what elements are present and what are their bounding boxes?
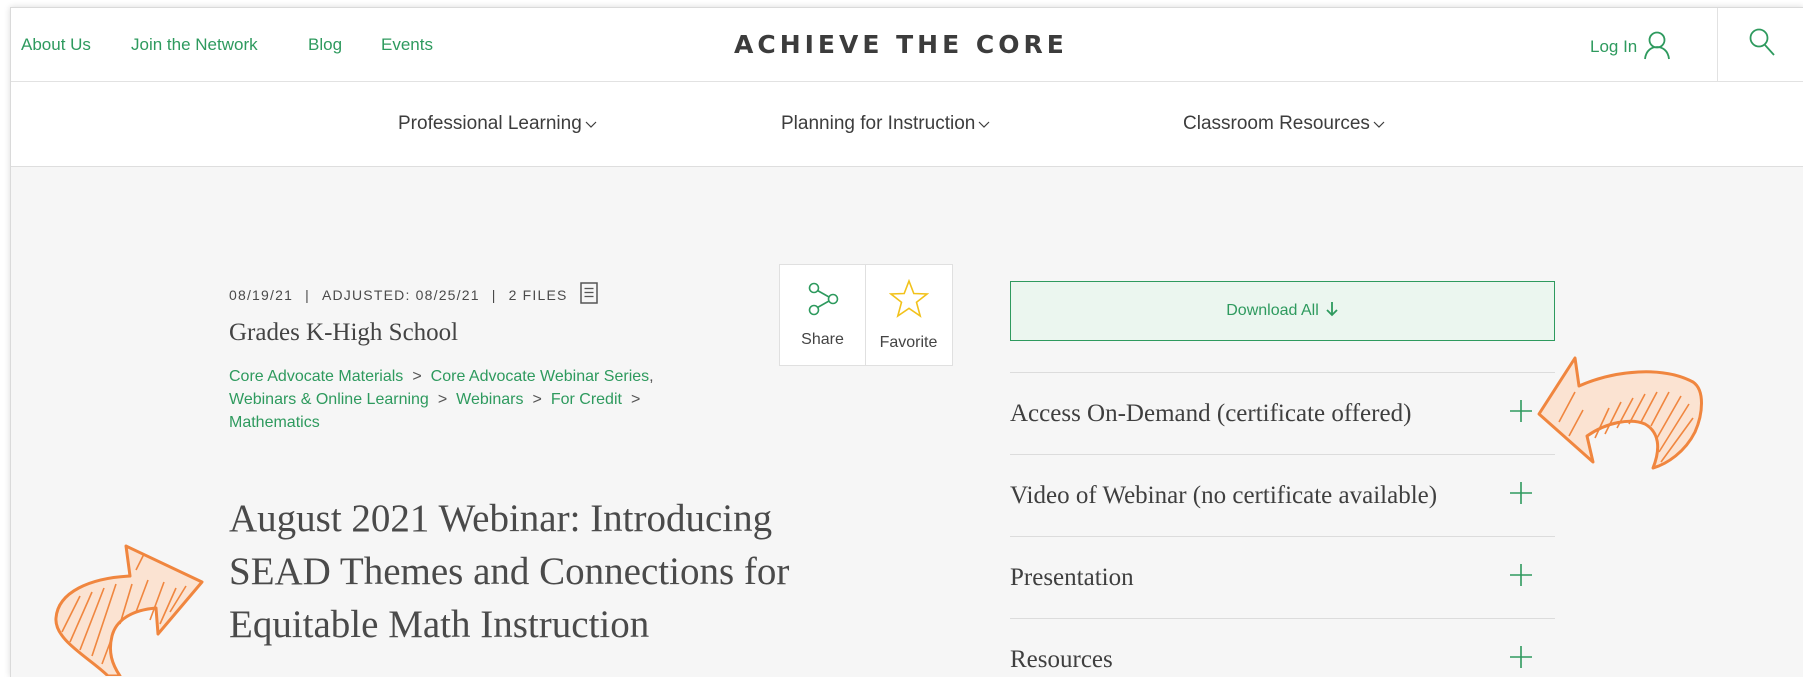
plus-icon xyxy=(1509,399,1533,428)
file-count: 2 FILES xyxy=(508,286,568,303)
share-icon xyxy=(806,282,840,321)
chevron-down-icon xyxy=(978,113,990,135)
nav-link-events[interactable]: Events xyxy=(381,35,433,55)
accordion-presentation[interactable]: Presentation xyxy=(1010,536,1555,618)
nav-link-blog[interactable]: Blog xyxy=(308,35,342,55)
user-icon xyxy=(1643,30,1671,65)
grade-level: Grades K-High School xyxy=(229,319,459,346)
arrow-down-icon xyxy=(1325,301,1339,322)
download-all-button[interactable]: Download All xyxy=(1010,281,1555,341)
share-label: Share xyxy=(801,330,844,348)
plus-icon xyxy=(1509,645,1533,674)
nav-planning-for-instruction[interactable]: Planning for Instruction xyxy=(781,113,990,135)
document-icon xyxy=(579,282,598,307)
accordion-label: Video of Webinar (no certificate availab… xyxy=(1010,481,1438,509)
nav-link-join-network[interactable]: Join the Network xyxy=(131,35,258,55)
accordion-access-on-demand[interactable]: Access On-Demand (certificate offered) xyxy=(1010,372,1555,454)
annotation-arrow-left-icon xyxy=(1537,356,1703,470)
login-button[interactable]: Log In xyxy=(1590,30,1671,65)
adjusted-date: ADJUSTED: 08/25/21 xyxy=(321,286,480,303)
top-bar: About Us Join the Network Blog Events AC… xyxy=(11,8,1803,82)
nav-item-label: Planning for Instruction xyxy=(781,113,976,134)
page-title: August 2021 Webinar: Introducing SEAD Th… xyxy=(229,497,790,646)
plus-icon xyxy=(1509,563,1533,592)
accordion-resources[interactable]: Resources xyxy=(1010,618,1555,677)
nav-link-about-us[interactable]: About Us xyxy=(21,35,91,55)
accordion-video-of-webinar[interactable]: Video of Webinar (no certificate availab… xyxy=(1010,454,1555,536)
login-label: Log In xyxy=(1590,37,1638,56)
chevron-down-icon xyxy=(1373,113,1385,135)
accordion-label: Resources xyxy=(1010,645,1113,673)
nav-item-label: Professional Learning xyxy=(398,113,582,134)
nav-classroom-resources[interactable]: Classroom Resources xyxy=(1183,113,1385,135)
share-button[interactable]: Share xyxy=(780,265,865,365)
search-icon xyxy=(1748,27,1776,62)
breadcrumb-link[interactable]: For Credit xyxy=(551,391,622,408)
browser-page: About Us Join the Network Blog Events AC… xyxy=(10,7,1803,677)
resource-actions: Share Favorite xyxy=(779,264,953,366)
accordion-label: Presentation xyxy=(1010,563,1134,591)
star-icon xyxy=(888,278,929,324)
resource-meta: 08/19/21 | ADJUSTED: 08/25/21 | 2 FILES xyxy=(229,282,598,307)
breadcrumb-link[interactable]: Webinars xyxy=(456,391,523,408)
nav-item-label: Classroom Resources xyxy=(1183,113,1370,134)
favorite-button[interactable]: Favorite xyxy=(865,265,951,365)
favorite-label: Favorite xyxy=(879,333,938,351)
site-logo[interactable]: ACHIEVE THE CORE xyxy=(734,30,1068,59)
meta-separator: | xyxy=(491,286,497,303)
nav-professional-learning[interactable]: Professional Learning xyxy=(398,113,597,135)
search-button[interactable] xyxy=(1717,8,1803,81)
chevron-down-icon xyxy=(585,113,597,135)
meta-separator: | xyxy=(305,286,310,303)
plus-icon xyxy=(1509,481,1533,510)
breadcrumb-link[interactable]: Webinars & Online Learning xyxy=(229,391,429,408)
breadcrumb: Core Advocate Materials > Core Advocate We… xyxy=(229,368,654,431)
download-label: Download All xyxy=(1226,302,1319,319)
publish-date: 08/19/21 xyxy=(229,286,294,303)
annotation-arrow-right-icon xyxy=(54,544,204,676)
main-nav: Professional Learning Planning for Instr… xyxy=(11,82,1803,167)
breadcrumb-link[interactable]: Core Advocate Materials xyxy=(229,368,403,385)
breadcrumb-link[interactable]: Core Advocate Webinar Series xyxy=(431,368,649,385)
accordion-label: Access On-Demand (certificate offered) xyxy=(1010,399,1412,427)
breadcrumb-link[interactable]: Mathematics xyxy=(229,414,320,431)
